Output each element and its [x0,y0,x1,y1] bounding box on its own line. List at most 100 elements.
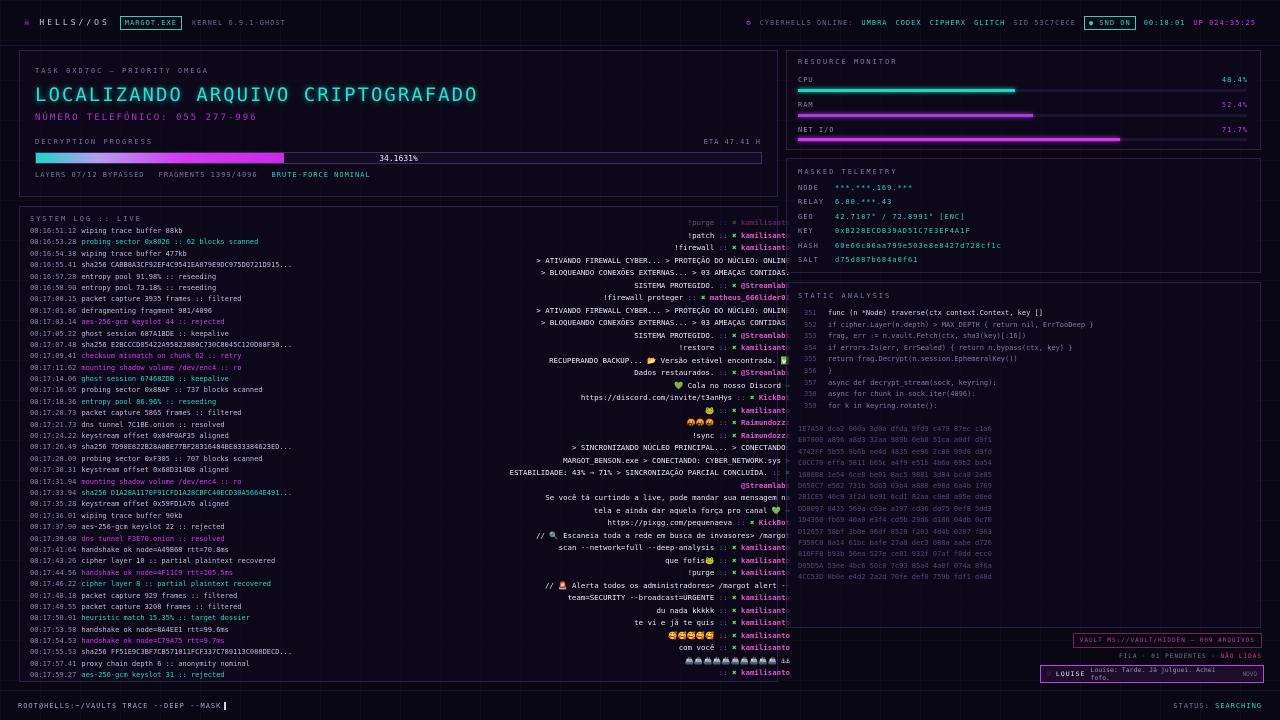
chat-username[interactable]: kamilisanto [741,231,790,240]
chat-username[interactable]: kamilisanto [741,593,790,602]
code-line: 353 frag, err := n.vault.Fetch(ctx, sha3(… [804,331,1094,343]
chat-feed[interactable]: !purge :: ✖ kamilisanto !patch :: ✖ kamil… [508,217,790,679]
chat-username[interactable]: Raimundozzz [741,431,790,440]
chat-text: !sync [692,430,715,440]
terminal-prompt[interactable]: ROOT@HELLS:~/VAULT$ TRACE --DEEP --MASK [18,701,227,710]
chat-username[interactable]: Raimundozzz [741,418,790,427]
online-user[interactable]: UMBRA [861,19,887,27]
log-time: 00:17:18.36 [30,397,77,406]
chat-message: du nada kkkkk :: ✖ kamilisanto [508,605,790,618]
log-message: mounting shadow volume /dev/enc4 :: ro [81,363,242,372]
chat-username[interactable]: @Streamlabs [741,281,790,290]
hex-row: D05D5A 53ee 4bc6 50c8 7c93 85a4 4a0f 074… [798,561,992,570]
chat-username[interactable]: @Streamlabs [741,368,790,377]
session-id: SID 53C7CECE [1013,18,1076,27]
chat-message: > ATIVANDO FIREWALL CYBER... > PROTEÇÃO … [508,305,790,318]
progress-label: DECRYPTION PROGRESS [35,138,154,146]
log-message: keystream offset 0x59FD1A76 aligned [81,500,229,509]
vault-path[interactable]: VAULT MS://VAULT/HIDDEN — 009 ARQUIVOS [1072,633,1262,648]
chat-separator: :: [714,555,733,565]
chat-username[interactable]: kamilisanto [741,631,790,640]
line-number: 354 [804,343,817,352]
code-text: } [828,366,833,375]
log-message: wiping trace buffer 90kb [81,511,183,520]
user-badge[interactable]: MARGOT.EXE [119,15,182,30]
online-user[interactable]: GLITCH [974,19,1005,27]
log-time: 00:17:59.27 [30,671,77,680]
badge-icon: ✖ [732,280,742,290]
static-analysis-title: STATIC ANALYSIS [798,292,892,300]
queue-action[interactable]: NÃO LIDAS [1220,653,1262,660]
system-log-title: SYSTEM LOG :: LIVE [30,215,142,223]
log-message: probing sector 0x88AF :: 737 blocks scan… [81,386,263,395]
progress-percent: 34.1631% [379,154,418,163]
log-time: 00:17:05.22 [30,329,77,338]
chat-text: !purge [687,568,715,577]
bottom-bar: ROOT@HELLS:~/VAULT$ TRACE --DEEP --MASK … [0,690,1280,720]
log-time: 00:17:49.55 [30,602,77,611]
chat-message: tela e ainda dar aquela força pro canal … [508,505,790,518]
sound-toggle[interactable]: ● SND ON [1083,15,1136,30]
task-stats: LAYERS 07/12 BYPASSED FRAGMENTS 1399/409… [35,171,371,179]
sound-toggle-label: SND ON [1099,18,1131,27]
online-user[interactable]: CIPHERX [930,19,967,27]
badge-icon: ✖ [732,618,742,627]
log-line: 00:17:03.14 aes-256-gcm keyslot 44 :: rej… [30,317,500,328]
chat-text: du nada kkkkk [656,605,715,615]
toast-user: LOUISE [1055,670,1086,678]
chat-username[interactable]: kamilisanto [741,406,790,415]
badge-icon: ✖ [732,643,742,652]
log-line: 00:17:53.58 handshake ok node=8A4EE1 rtt=… [30,625,500,636]
chat-text: 🥰🥰🥰🥰🥰 [668,630,715,640]
chat-separator: :: [714,343,733,352]
message-toast[interactable]: ♡ LOUISE Louise: Tarde. Já julguei. Ache… [1040,665,1264,683]
chat-username[interactable]: kamilisanto [741,668,790,677]
chat-text: // 🚨 Alerta todos os administradores> /m… [544,580,790,590]
chat-username[interactable]: kamilisanto [741,568,790,577]
log-message: mounting shadow volume /dev/enc4 :: ro [81,477,242,486]
telemetry-value: 60e66c86aa799e503e8e8427d728cf1c [835,242,1002,250]
chat-username[interactable]: @Streamlabs [741,331,790,340]
online-user[interactable]: CODEX [896,19,922,27]
chat-message: https://pixgg.com/pequenaeva :: ✖ KickBo… [508,517,790,530]
eta: ETA 47.41 H [703,138,761,146]
chat-username[interactable]: kamilisanto [741,543,790,552]
badge-icon: ✖ [732,230,742,240]
log-line: 00:17:07.48 sha256 E2BCCCD05422A95823880C… [30,340,500,351]
log-time: 00:17:28.09 [30,454,77,463]
chat-username[interactable]: kamilisanto [741,643,790,652]
queue-label: FILA · 01 PENDENTES · [1119,653,1216,660]
log-message: cipher layer 10 :: partial plaintext rec… [81,557,276,566]
log-time: 00:17:09.41 [30,352,77,361]
code-text: return frag.Decrypt(n.session.EphemeralK… [828,355,1018,364]
chat-username[interactable]: kamilisanto [741,556,790,565]
chat-username[interactable]: matheus_666lider01 [710,293,790,302]
badge-icon: ✖ [732,568,742,577]
code-view[interactable]: 351 func (n *Node) traverse(ctx context.C… [804,308,1094,412]
log-line: 00:17:55.53 sha256 FF51E9C3BF7CB571011FCF… [30,647,500,658]
chat-separator: :: [714,630,733,640]
online-icon: ⚙ [746,18,752,27]
chat-message: https://discord.com/invite/t3anHys :: ✖ … [508,392,790,405]
chat-message: Dados restaurados. :: ✖ @Streamlabs [508,367,790,380]
badge-icon: ✖ [732,405,742,415]
chat-separator: :: [714,605,733,615]
online-label: CYBERHELLS ONLINE: [759,18,854,27]
chat-username[interactable]: kamilisanto [741,343,790,352]
hex-row: 1D4360 fb69 40a0 e3f4 cd5b 29d6 d186 04d… [798,516,992,525]
chat-username[interactable]: kamilisanto [741,618,790,627]
chat-text: tela e ainda dar aquela força pro canal … [593,505,790,515]
log-lines[interactable]: 00:16:51.12 wiping trace buffer 88kb 00:16… [30,226,500,680]
chat-separator: :: [767,468,786,477]
chat-username[interactable]: kamilisanto [741,243,790,252]
log-line: 00:17:57.41 proxy chain depth 6 :: anonym… [30,659,500,670]
chat-username[interactable]: kamilisanto [741,218,790,227]
chat-text: !restore [678,343,715,352]
chat-separator: :: [714,330,733,340]
chat-text: https://pixgg.com/pequenaeva [607,518,733,527]
chat-separator: :: [714,568,733,577]
log-line: 00:17:24.22 keystream offset 0x04F0AF35 a… [30,431,500,442]
code-line: 354 if errors.Is(err, ErrSealed) { return… [804,343,1094,355]
chat-username[interactable]: kamilisanto [741,606,790,615]
chat-username[interactable]: @Streamlabs [741,481,790,490]
